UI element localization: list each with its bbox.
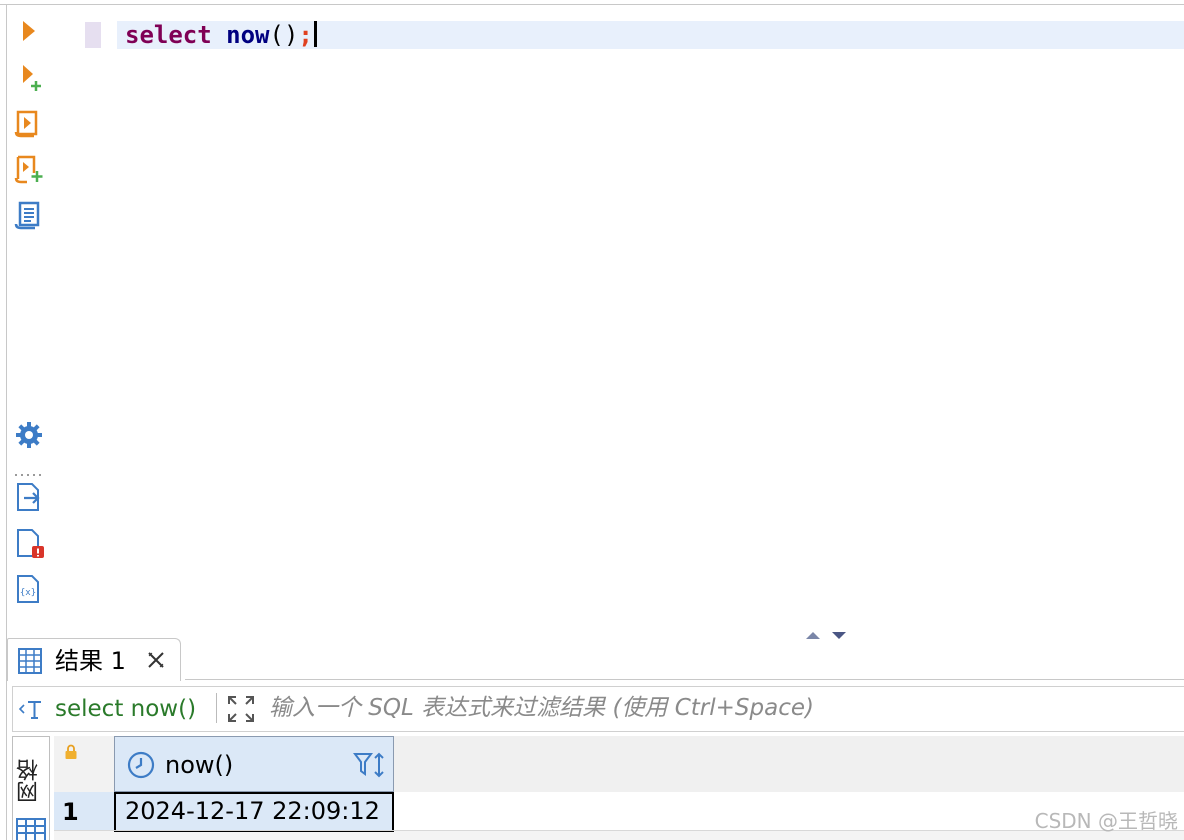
filter-source-query[interactable]: select now() [55, 693, 196, 725]
grid-corner[interactable] [54, 736, 115, 792]
results-tabbar: 结果 1 [7, 638, 1184, 681]
gear-icon [14, 420, 44, 450]
tab-result-label: 结果 1 [55, 647, 126, 675]
filter-sort-icon[interactable] [353, 751, 387, 779]
watermark: CSDN @王哲晓 [1034, 809, 1178, 833]
sql-editor-window: select now(); {x} 结果 1 select now() 输入一个… [0, 0, 1184, 840]
export-file-icon [14, 482, 44, 512]
result-filter-bar: select now() [12, 686, 1184, 732]
sql-function: now [226, 21, 270, 49]
filter-separator [216, 693, 217, 723]
tab-result-1[interactable]: 结果 1 [7, 638, 181, 681]
grid-view-label: 网格 [17, 759, 42, 803]
execute-script-button[interactable] [14, 108, 44, 138]
script-document-icon [14, 200, 44, 230]
variables-file-icon: {x} [14, 574, 44, 604]
tabbar-underline [185, 679, 1184, 680]
expand-icon[interactable] [225, 693, 257, 725]
execute-in-new-tab-button[interactable] [14, 62, 44, 92]
filter-expression-input[interactable] [267, 691, 1171, 725]
row-number[interactable]: 1 [54, 792, 115, 830]
execute-script-new-tab-button[interactable] [14, 154, 44, 184]
export-button[interactable] [14, 482, 44, 512]
row-divider [54, 830, 1184, 831]
row-number-text: 1 [62, 798, 79, 826]
grid-view-tab[interactable]: 网格 [12, 736, 50, 840]
result-grid: now() 1 2024-12-17 22:09:12 [54, 736, 1184, 840]
variables-icon-text: {x} [20, 588, 36, 598]
cell-value: 2024-12-17 22:09:12 [125, 797, 380, 825]
sql-terminator: ; [298, 21, 313, 49]
code-line[interactable]: select now(); [125, 19, 317, 51]
table-cell-selected[interactable]: 2024-12-17 22:09:12 [114, 792, 394, 832]
play-icon [14, 16, 44, 46]
execute-statement-button[interactable] [14, 16, 44, 46]
text-caret [313, 21, 317, 47]
file-error-icon [14, 528, 44, 558]
column-header-now[interactable]: now() [114, 736, 394, 792]
lock-icon [64, 744, 78, 760]
sql-keyword: select [125, 21, 212, 49]
settings-button[interactable] [14, 420, 44, 450]
script-play-icon [14, 108, 44, 138]
column-name: now() [165, 751, 234, 779]
sql-editor[interactable]: select now(); [7, 5, 1184, 633]
close-icon[interactable] [146, 650, 166, 670]
explain-plan-button[interactable] [14, 200, 44, 230]
table-icon [18, 648, 42, 674]
table-row[interactable]: 1 2024-12-17 22:09:12 [54, 792, 1184, 832]
toolbar-separator [15, 462, 45, 476]
sql-parens: () [269, 21, 299, 49]
clock-icon [127, 751, 155, 779]
script-play-plus-icon [14, 154, 44, 184]
panel-maximize-restore[interactable] [804, 626, 850, 639]
grid-icon [15, 817, 47, 840]
variables-button[interactable]: {x} [14, 574, 44, 604]
statement-marker [85, 22, 101, 48]
sql-text-icon[interactable] [17, 697, 45, 721]
play-plus-icon [14, 62, 44, 92]
problems-button[interactable] [14, 528, 44, 558]
